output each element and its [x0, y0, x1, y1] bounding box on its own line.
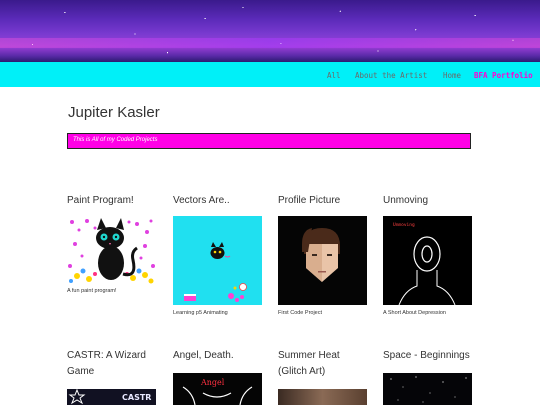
project-title-summer-heat[interactable]: Summer Heat (Glitch Art)	[278, 348, 370, 380]
project-title-castr[interactable]: CASTR: A Wizard Game	[67, 348, 162, 380]
header-banner	[0, 0, 540, 62]
unmoving-thumb-text: Unmoving	[393, 222, 415, 228]
caption-profile-picture: First Code Project	[278, 310, 323, 316]
nav-home[interactable]: Home	[443, 71, 461, 80]
caption-unmoving: A Short About Depression	[383, 310, 446, 316]
caption-vectors-are: Learning p5 Animating	[173, 310, 228, 316]
banner-glow-stripe	[0, 38, 540, 48]
nav-bfa-portfolio[interactable]: BFA Portfolio	[474, 71, 533, 80]
thumbnail-summer-heat[interactable]	[278, 389, 367, 405]
project-title-space-beginnings[interactable]: Space - Beginnings	[383, 348, 475, 364]
project-title-profile-picture[interactable]: Profile Picture	[278, 193, 370, 209]
thumbnail-space-beginnings[interactable]	[383, 373, 472, 405]
thumbnail-unmoving[interactable]: Unmoving	[383, 216, 472, 305]
nav-all[interactable]: All	[327, 71, 341, 80]
thumbnail-vectors-are[interactable]	[173, 216, 262, 305]
angel-thumb-text: Angel	[200, 378, 225, 387]
tagline-text: This is All of my Coded Projects	[73, 137, 158, 143]
caption-paint-program: A fun paint program!	[67, 288, 117, 294]
project-title-paint-program[interactable]: Paint Program!	[67, 193, 157, 209]
project-title-vectors-are[interactable]: Vectors Are..	[173, 193, 263, 209]
top-navbar: All About the Artist Home BFA Portfolio	[0, 62, 540, 87]
thumbnail-angel-death[interactable]: Angel	[173, 373, 262, 405]
project-title-unmoving[interactable]: Unmoving	[383, 193, 475, 209]
castr-thumb-text: CASTR	[122, 393, 151, 402]
thumbnail-castr[interactable]: CASTR	[67, 389, 156, 405]
tagline-box: This is All of my Coded Projects	[67, 133, 471, 149]
thumbnail-profile-picture[interactable]	[278, 216, 367, 305]
site-title: Jupiter Kasler	[68, 104, 160, 121]
project-title-angel-death[interactable]: Angel, Death.	[173, 348, 265, 364]
nav-about-the-artist[interactable]: About the Artist	[355, 71, 427, 80]
